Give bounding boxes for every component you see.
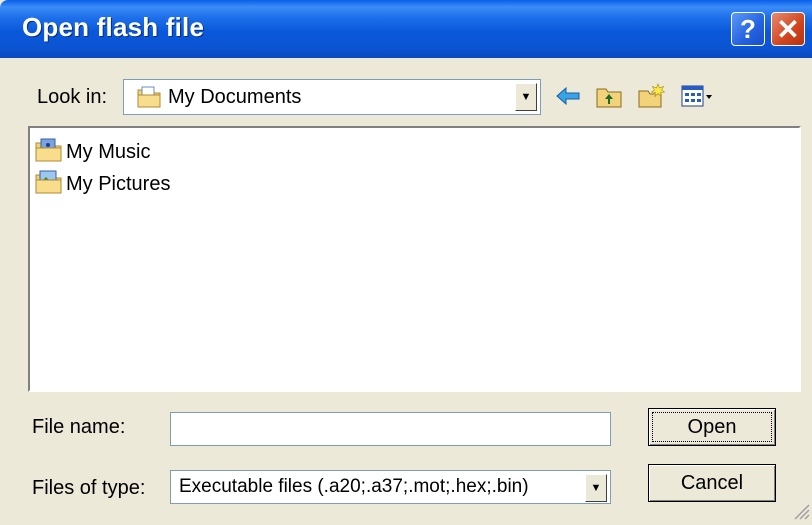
file-type-value: Executable files (.a20;.a37;.mot;.hex;.b… [179, 476, 529, 497]
close-button[interactable]: ✕ [771, 12, 805, 46]
music-folder-icon [34, 137, 64, 168]
list-item-label: My Pictures [66, 172, 171, 195]
pictures-folder-icon [34, 169, 64, 200]
look-in-label: Look in: [37, 86, 108, 108]
look-in-dropdown[interactable]: My Documents ▼ [123, 79, 541, 115]
look-in-value: My Documents [168, 86, 302, 108]
file-name-input[interactable] [170, 412, 611, 446]
open-button[interactable]: Open [648, 408, 776, 446]
file-list[interactable]: My Music My Pictures [28, 126, 801, 392]
view-menu-icon[interactable] [680, 82, 714, 110]
cancel-button[interactable]: Cancel [648, 464, 776, 502]
new-folder-icon[interactable] [636, 82, 666, 110]
file-type-dropdown[interactable]: Executable files (.a20;.a37;.mot;.hex;.b… [170, 470, 611, 504]
chevron-down-icon[interactable]: ▼ [585, 474, 607, 502]
help-button[interactable]: ? [731, 12, 765, 46]
list-item-label: My Music [66, 140, 151, 163]
resize-grip-icon[interactable] [792, 502, 810, 520]
title-bar[interactable]: Open flash file ? ✕ [0, 0, 812, 58]
list-item[interactable]: My Music [34, 138, 150, 166]
back-arrow-icon[interactable] [553, 82, 583, 110]
up-folder-icon[interactable] [594, 82, 624, 110]
file-type-label: Files of type: [32, 477, 146, 499]
documents-folder-icon [136, 85, 162, 114]
list-item[interactable]: My Pictures [34, 170, 170, 198]
dialog-title: Open flash file [22, 12, 205, 42]
chevron-down-icon[interactable]: ▼ [515, 83, 537, 111]
file-name-label: File name: [32, 416, 126, 438]
